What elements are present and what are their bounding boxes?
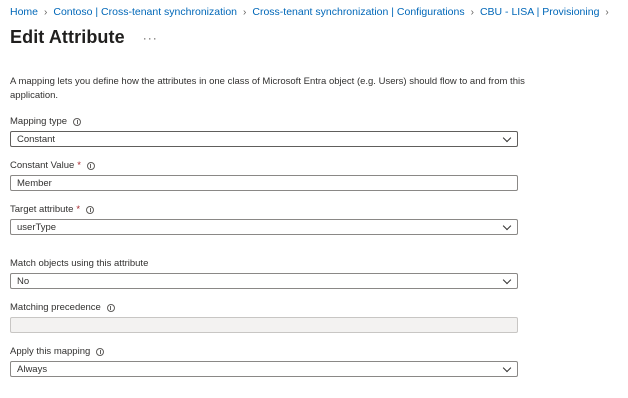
chevron-down-icon (502, 221, 512, 231)
matching-precedence-input (10, 317, 518, 333)
target-attribute-label: Target attribute (10, 204, 74, 215)
apply-mapping-label: Apply this mapping (10, 346, 91, 357)
mapping-type-label-row: Mapping type (10, 116, 82, 127)
mapping-type-value: Constant (17, 133, 56, 145)
breadcrumb: Home › Contoso | Cross-tenant synchroniz… (10, 6, 615, 18)
target-attribute-value: userType (17, 221, 57, 233)
match-objects-dropdown[interactable]: No (10, 273, 518, 289)
apply-mapping-value: Always (17, 363, 48, 375)
constant-value-text: Member (17, 177, 52, 189)
chevron-down-icon (502, 275, 512, 285)
breadcrumb-separator-icon: › (605, 6, 609, 18)
page-title: Edit Attribute (10, 27, 125, 47)
more-options-icon[interactable]: ··· (143, 31, 158, 45)
breadcrumb-separator-icon: › (243, 6, 247, 18)
mapping-type-label: Mapping type (10, 116, 68, 127)
title-row: Edit Attribute ··· (10, 27, 158, 48)
info-icon[interactable] (96, 347, 105, 356)
matching-precedence-label: Matching precedence (10, 302, 101, 313)
breadcrumb-separator-icon: › (44, 6, 48, 18)
constant-value-input[interactable]: Member (10, 175, 518, 191)
info-icon[interactable] (86, 161, 95, 170)
constant-value-label: Constant Value (10, 160, 75, 171)
required-marker: * (76, 204, 81, 215)
breadcrumb-cross-tenant-sync[interactable]: Contoso | Cross-tenant synchronization (53, 6, 237, 18)
description: A mapping lets you define how the attrib… (10, 76, 525, 101)
chevron-down-icon (502, 133, 512, 143)
constant-value-label-row: Constant Value * (10, 160, 95, 171)
info-icon[interactable] (106, 303, 115, 312)
target-attribute-dropdown[interactable]: userType (10, 219, 518, 235)
info-icon[interactable] (86, 205, 95, 214)
breadcrumb-home[interactable]: Home (10, 6, 38, 18)
apply-mapping-label-row: Apply this mapping (10, 346, 105, 357)
required-marker: * (77, 160, 81, 171)
info-icon[interactable] (73, 117, 82, 126)
matching-precedence-label-row: Matching precedence (10, 302, 115, 313)
target-attribute-label-row: Target attribute * (10, 204, 95, 215)
match-objects-value: No (17, 275, 30, 287)
apply-mapping-dropdown[interactable]: Always (10, 361, 518, 377)
breadcrumb-provisioning[interactable]: CBU - LISA | Provisioning (480, 6, 599, 18)
mapping-type-dropdown[interactable]: Constant (10, 131, 518, 147)
breadcrumb-separator-icon: › (470, 6, 474, 18)
match-objects-label-row: Match objects using this attribute (10, 258, 148, 269)
match-objects-label: Match objects using this attribute (10, 258, 149, 269)
chevron-down-icon (502, 363, 512, 373)
breadcrumb-configurations[interactable]: Cross-tenant synchronization | Configura… (252, 6, 464, 18)
